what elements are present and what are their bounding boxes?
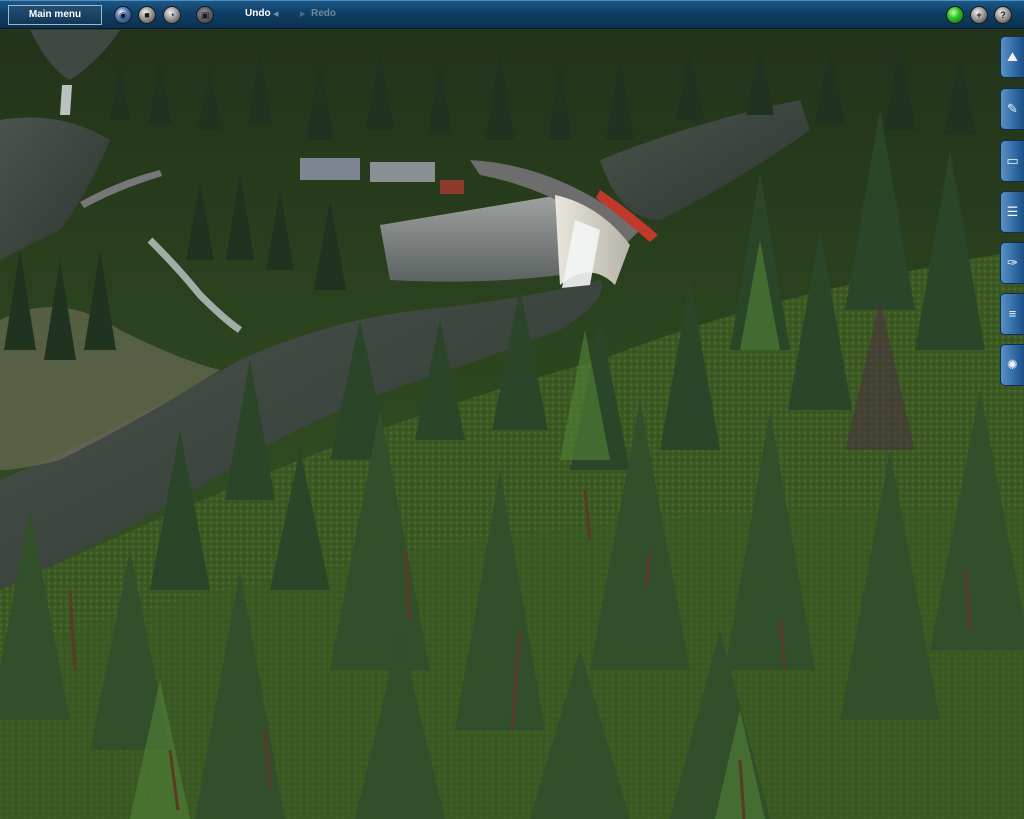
paint-tool-icon[interactable]: ✎ xyxy=(1000,88,1024,130)
undo-arrow-icon[interactable]: ◂ xyxy=(273,7,279,20)
status-light-icon[interactable] xyxy=(946,6,964,24)
undo-button[interactable]: Undo xyxy=(245,8,271,19)
help-icon[interactable]: ? xyxy=(994,6,1012,24)
globe-icon[interactable]: ◉ xyxy=(114,6,132,24)
layers-tool-icon[interactable]: ≡ xyxy=(1000,293,1024,335)
clock-icon[interactable]: ◔ xyxy=(163,6,181,24)
camera-icon[interactable]: ▣ xyxy=(196,6,214,24)
track-tool-icon[interactable]: ☰ xyxy=(1000,191,1024,233)
redo-arrow-icon[interactable]: ▸ xyxy=(300,7,306,20)
main-menu-button[interactable]: Main menu xyxy=(8,5,102,25)
terrain-tool-icon[interactable]: ⛰ xyxy=(1000,36,1024,78)
top-toolbar: Main menu ◉ ■ ◔ ▣ Undo ◂ ▸ Redo + ? xyxy=(0,0,1024,29)
redo-button[interactable]: Redo xyxy=(311,8,336,19)
add-icon[interactable]: + xyxy=(970,6,988,24)
objects-tool-icon[interactable]: ▭ xyxy=(1000,140,1024,182)
world-viewport[interactable] xyxy=(0,30,1024,819)
wrench-tool-icon[interactable]: ✑ xyxy=(1000,242,1024,284)
settings-tool-icon[interactable]: ✺ xyxy=(1000,344,1024,386)
stop-icon[interactable]: ■ xyxy=(138,6,156,24)
terrain-scene xyxy=(0,30,1024,819)
